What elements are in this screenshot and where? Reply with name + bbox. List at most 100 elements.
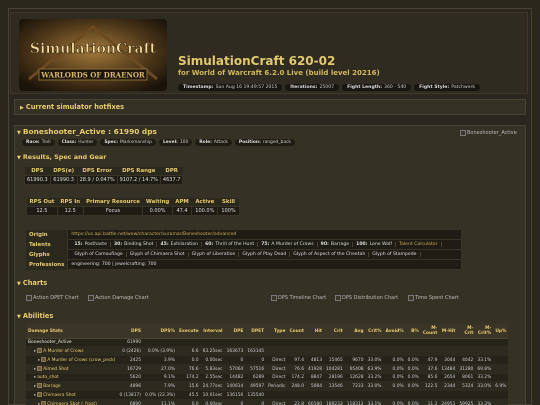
talent-calculator-link[interactable]: Talent Calculator [396,242,442,247]
ability-cell: 0.0 [176,399,201,405]
ability-name-text: Chimaera Shot [43,393,76,398]
info-role: Role: Attack [195,139,232,146]
abilities-col-header[interactable]: Avg [344,324,366,339]
abilities-col-header[interactable]: Crit% [365,324,384,339]
ability-row[interactable]: ▸ A Murder of Crows 0 (2426) 0.0% (3.9%) 6.6… [26,346,509,356]
ability-name[interactable]: ▸auto_shot [26,373,118,382]
results-heading-toggle[interactable]: ▼ Results, Spec and Gear [17,153,106,161]
ability-cell: 76.6 [176,364,201,374]
td-apm: 47.4 [171,206,193,216]
th-rps-in: RPS In [57,198,84,207]
hotfixes-section-toggle[interactable]: ▶ Current simulator hotfixes [14,99,526,115]
expand-icon[interactable]: ▸ [38,358,40,363]
ability-row[interactable]: ▸ Chimaera Shot 0 (13817) 0.0% (22.3%) 45.5 1… [26,390,509,400]
th-dps: DPS [24,167,51,176]
ability-name-text: Boneshooter_Active [28,340,72,345]
talent-item: 30: Binding Shot [111,242,158,247]
ability-cell: 0.00sec [200,399,225,405]
ability-row[interactable]: ▸ A Murder of Crows (crow_peck) 2425 3.9% 0.… [26,355,509,365]
broken-image-icon [335,295,341,301]
talent-item: 90: Barrage [318,242,354,247]
ability-cell: 24.77sec [200,381,225,391]
ability-cell: 14482 [224,373,246,382]
expand-icon[interactable]: ▸ [34,375,36,380]
ability-name[interactable]: ▸ Barrage [26,381,118,391]
ability-name[interactable]: ▸ Aimed Shot [26,364,118,374]
ability-row[interactable]: ▸ Barrage 4896 7.9% 15.6 24.77sec 140614 49597 P… [26,381,509,391]
expand-icon[interactable]: ▸ [34,367,36,372]
broken-image-icon [26,295,32,301]
ability-cell [306,346,324,356]
ability-name[interactable]: ▸ Chimaera Shot [26,390,118,400]
ability-cell: 63.9% [365,364,384,374]
ability-name[interactable]: Boneshooter_Active [26,338,118,347]
talent-item: 45: Exhilaration [157,242,203,247]
expand-icon[interactable]: ▸ [34,384,36,389]
ability-cell: 61990 [117,338,144,347]
td-active: 100.0% [191,206,219,216]
ability-cell [475,338,494,347]
ability-cell [457,346,476,356]
simulationcraft-logo: SimulationCraft WARLORDS OF DRAENOR [19,19,167,91]
param-iterations: Iterations: 25007 [285,84,340,91]
abilities-col-header[interactable]: Type [266,324,288,339]
abilities-col-header[interactable]: Interval [200,324,225,339]
ability-cell: 0.0% [405,364,421,374]
abilities-col-header[interactable]: M-Crit% [475,324,494,339]
ability-cell [224,338,246,347]
abilities-col-header[interactable]: DPS% [143,324,177,339]
abilities-col-header[interactable]: Avoid% [383,324,406,339]
abilities-col-header[interactable]: Execute [176,324,201,339]
spell-icon [37,383,43,388]
abilities-col-header[interactable]: DPE [224,324,246,339]
ability-cell [324,390,345,400]
abilities-col-header[interactable]: M-Hit [439,324,458,339]
ability-row[interactable]: Boneshooter_Active 61990 [26,338,509,347]
ability-cell [287,338,307,347]
th-dpr: DPR [160,167,183,176]
abilities-col-header[interactable]: M-Crit [457,324,476,339]
player-heading-toggle[interactable]: ▼ Boneshooter_Active : 61990 dps [17,127,157,136]
expand-icon[interactable]: ▸ [34,349,36,354]
ability-cell [245,338,267,347]
abilities-col-header[interactable]: DPET [245,324,267,339]
ability-cell [200,338,225,347]
abilities-col-header[interactable]: Count [287,324,307,339]
ability-name[interactable]: ▸ A Murder of Crows (crow_peck) [26,355,118,365]
glyph-item: Glyph of Aspect of the Cheetah [290,252,370,257]
ability-cell [383,338,406,347]
charts-heading-toggle[interactable]: ▼ Charts [17,279,47,287]
abilities-heading-toggle[interactable]: ▼ Abilities [17,312,53,320]
info-class: Class: Hunter [57,139,98,146]
abilities-col-header[interactable]: Up% [493,324,509,339]
ability-name[interactable]: ▸ Chimaera Shot (_frost) [26,399,118,405]
ability-cell: 2.55sec [200,373,225,382]
ability-cell: 49597 [245,381,267,391]
td-primary-resource: Focus [82,206,144,216]
abilities-col-header[interactable]: Hit [306,324,324,339]
expand-icon[interactable]: ▸ [34,393,36,398]
ability-cell: 174.2 [287,373,307,382]
origin-link[interactable]: https://us.api.battle.net/wow/character/… [71,232,236,237]
ability-row[interactable]: ▸auto_shot 5620 9.1% 174.2 2.55sec 14482 6289 D… [26,373,509,382]
abilities-col-header[interactable]: M-Count [420,324,440,339]
ability-cell: 0 (2426) [117,346,144,356]
ability-cell: 33.0% [475,381,494,391]
ability-row[interactable]: ▸ Chimaera Shot (_frost) 6890 11.1% 0.0 0.00s… [26,399,509,405]
svg-text:SimulationCraft: SimulationCraft [30,41,157,57]
abilities-col-header[interactable]: DPS [117,324,144,339]
td-rps-in: 12.5 [56,206,84,216]
abilities-col-header[interactable]: Damage Stats [26,324,118,339]
ability-cell [457,338,476,347]
abilities-col-header[interactable]: B% [405,324,421,339]
collapse-down-icon: ▼ [17,314,21,320]
ability-cell [405,346,421,356]
param-fight-style: Fight Style: Patchwerk [414,84,481,91]
ability-row[interactable]: ▸ Aimed Shot 16729 27.0% 76.6 5.83sec 57064 575… [26,364,509,374]
ability-name[interactable]: ▸ A Murder of Crows [26,346,118,356]
abilities-col-header[interactable]: Crit [324,324,345,339]
ability-cell: 33.2% [475,373,494,382]
hotfixes-label: Current simulator hotfixes [25,103,125,111]
ability-cell: 63.25sec [200,346,225,356]
ability-cell: 104281 [324,364,345,374]
